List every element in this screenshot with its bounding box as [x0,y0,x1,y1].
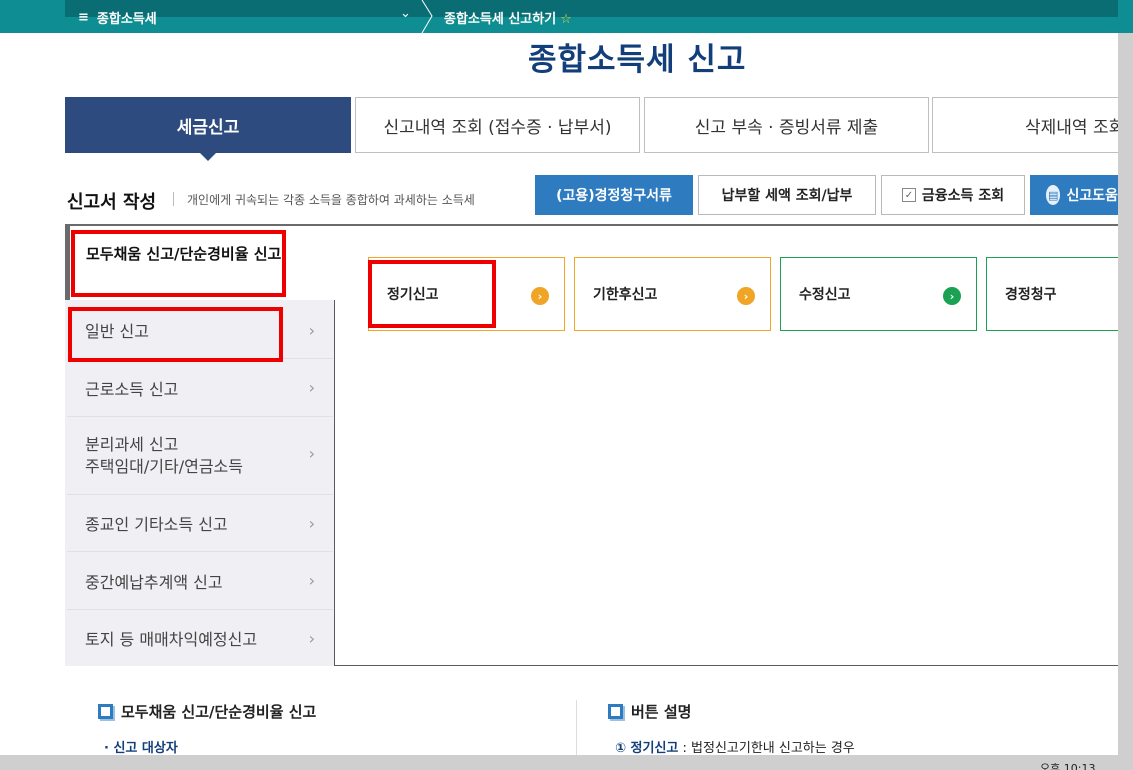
info-title-simplified: 모두채움 신고/단순경비율 신고 [98,701,316,722]
tab-tax-filing[interactable]: 세금신고 [65,97,351,153]
chevron-right-icon: › [308,628,315,648]
taskbar-clock: 오후 10:13 [1040,762,1096,770]
info-subtitle: · 신고 대상자 [104,741,178,756]
arrow-right-icon: › [737,287,755,305]
highlight-box [71,230,286,297]
correction-docs-button[interactable]: (고용)경정청구서류 [535,175,693,215]
chevron-right-icon: › [308,513,315,533]
filing-help-button[interactable]: ▤ 신고도움 [1030,175,1118,215]
arrow-right-icon: › [943,287,961,305]
card-label: 수정신고 [799,287,851,303]
menu-item-religious-income[interactable]: 종교인 기타소득 신고 › [67,495,333,552]
tab-deleted-history[interactable]: 삭제내역 조회 [932,97,1133,153]
filing-help-label: 신고도움 [1066,188,1118,204]
active-tab-indicator [199,152,217,161]
menu-item-label: 토지 등 매매차익예정신고 [85,630,258,649]
highlight-box [368,260,496,328]
star-icon[interactable]: ☆ [560,12,572,27]
financial-income-label: 금융소득 조회 [921,188,1005,204]
breadcrumb-separator-icon [421,0,433,33]
tax-payment-button[interactable]: 납부할 세액 조회/납부 [698,175,876,215]
card-label: 기한후신고 [593,287,658,303]
financial-income-button[interactable]: ✓ 금융소득 조회 [881,175,1025,215]
info-line-label: ① 정기신고 [615,741,679,756]
checkbox-icon: ✓ [901,188,916,202]
taskbar [0,755,1133,770]
square-bullet-icon [608,704,623,719]
content-bottom-border [335,665,1118,666]
info-line-text: : 법정신고기한내 신고하는 경우 [678,741,855,756]
breadcrumb-current: 종합소득세 신고하기 [444,12,557,27]
info-divider [576,700,577,755]
menu-item-interim-prepayment[interactable]: 중간예납추계액 신고 › [67,552,333,610]
chevron-right-icon: › [308,571,315,590]
top-navigation-inner [65,0,1118,17]
menu-item-label: 종교인 기타소득 신고 [85,515,228,534]
menu-item-label: 분리과세 신고 [85,434,179,454]
correction-docs-label: (고용)경정청구서류 [556,188,672,204]
late-filing-card[interactable]: 기한후신고 › [574,257,771,331]
menu-item-label: 중간예납추계액 신고 [85,572,223,592]
amended-filing-card[interactable]: 수정신고 › [780,257,977,331]
menu-item-label-2: 주택임대/기타/연금소득 [85,456,243,476]
square-bullet-icon [98,704,113,719]
tab-filing-history[interactable]: 신고내역 조회 (접수증 · 납부서) [355,97,640,153]
menu-item-land-trade[interactable]: 토지 등 매매차익예정신고 › [67,610,333,666]
hamburger-icon: ≡ [78,10,89,25]
section-divider [173,192,174,206]
window-scroll-gutter [1118,33,1133,770]
chevron-right-icon: › [308,378,315,397]
chevron-right-icon: › [308,320,315,340]
info-title-text: 버튼 설명 [631,703,692,721]
arrow-right-icon: › [531,287,549,305]
menu-item-separate-taxation[interactable]: 분리과세 신고 주택임대/기타/연금소득 › [67,417,333,495]
correction-claim-card[interactable]: 경정청구 [986,257,1133,331]
info-title-text: 모두채움 신고/단순경비율 신고 [121,703,317,721]
tax-payment-label: 납부할 세액 조회/납부 [721,188,853,204]
highlight-box [68,307,283,362]
chevron-down-icon[interactable]: ⌄ [400,6,411,21]
chevron-right-icon: › [308,444,315,463]
card-label: 경정청구 [1005,287,1057,303]
menu-item-earned-income[interactable]: 근로소득 신고 › [67,359,333,417]
book-icon: ▤ [1046,185,1061,205]
section-title: 신고서 작성 [67,192,157,213]
menu-item-label: 근로소득 신고 [85,379,179,399]
info-line: ① 정기신고 : 법정신고기한내 신고하는 경우 [615,737,855,756]
breadcrumb[interactable]: 종합소득세 신고하기 ☆ [444,8,572,27]
tab-attached-documents[interactable]: 신고 부속 · 증빙서류 제출 [644,97,929,153]
menu-label: 종합소득세 [96,12,157,27]
page-title: 종합소득세 신고 [528,42,747,78]
info-title-buttons: 버튼 설명 [608,701,691,722]
section-description: 개인에게 귀속되는 각종 소득을 종합하여 과세하는 소득세 [187,193,475,207]
menu-button[interactable]: ≡ 종합소득세 [78,8,157,27]
